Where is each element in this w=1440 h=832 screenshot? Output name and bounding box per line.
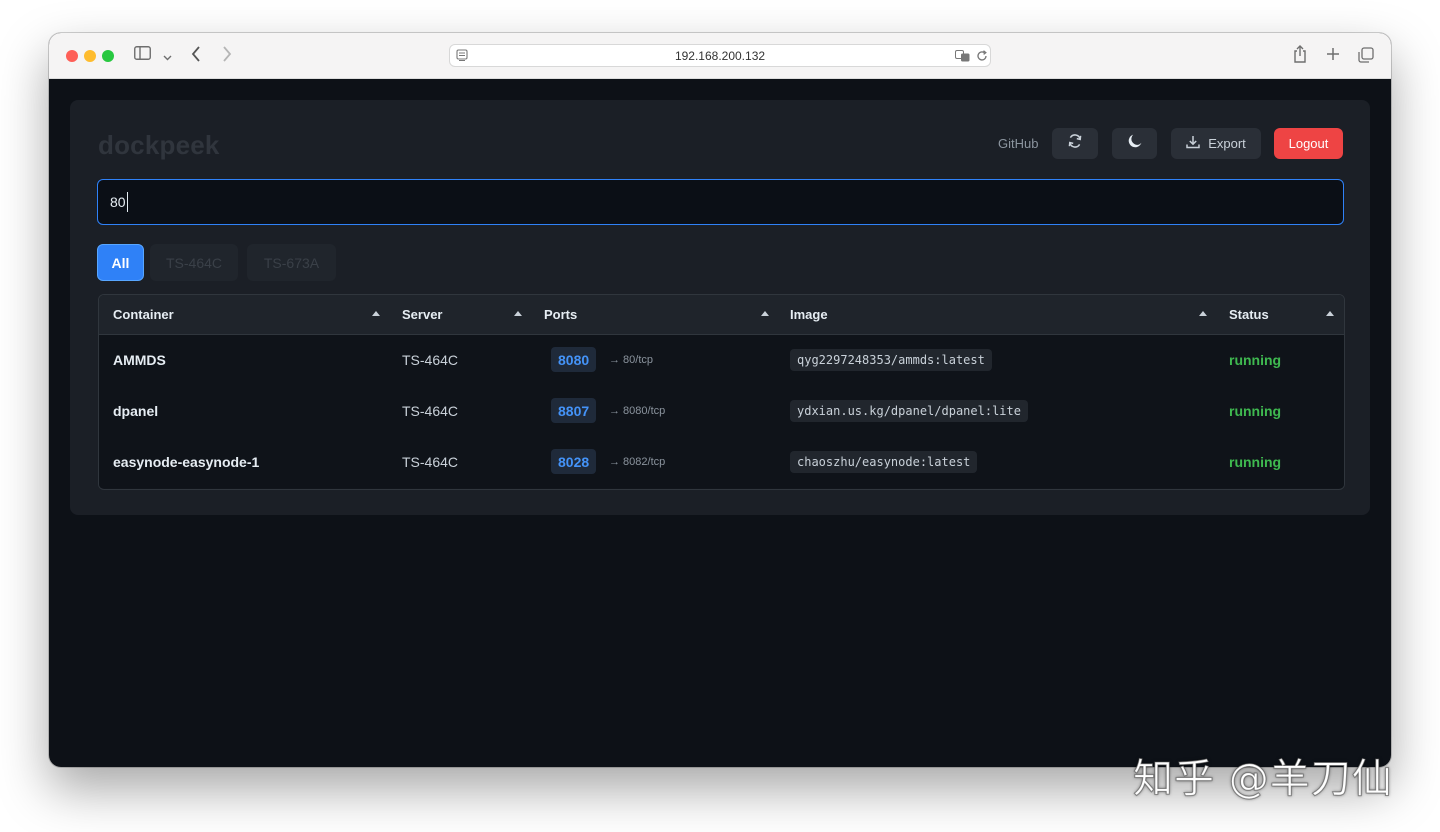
new-tab-icon[interactable] bbox=[1326, 47, 1340, 66]
sort-asc-icon[interactable] bbox=[514, 311, 522, 316]
github-link[interactable]: GitHub bbox=[998, 136, 1038, 151]
close-window-button[interactable] bbox=[66, 50, 78, 62]
text-caret bbox=[127, 192, 128, 212]
status-badge: running bbox=[1229, 403, 1282, 419]
port-link[interactable]: 8080 bbox=[551, 347, 597, 372]
zoom-window-button[interactable] bbox=[102, 50, 114, 62]
reload-icon[interactable] bbox=[976, 49, 988, 67]
search-input[interactable]: 80 bbox=[97, 179, 1344, 225]
url-text: 192.168.200.132 bbox=[674, 49, 766, 63]
chevron-down-icon[interactable] bbox=[163, 49, 172, 67]
port-mapping: → 8080/tcp bbox=[609, 405, 666, 417]
container-name: AMMDS bbox=[113, 352, 166, 368]
sort-asc-icon[interactable] bbox=[1199, 311, 1207, 316]
theme-toggle-button[interactable] bbox=[1112, 128, 1157, 159]
sidebar-toggle-icon[interactable] bbox=[134, 46, 151, 65]
status-badge: running bbox=[1229, 352, 1282, 368]
tab-overview-icon[interactable] bbox=[1358, 47, 1374, 68]
image-name: ydxian.us.kg/dpanel/dpanel:lite bbox=[790, 400, 1028, 422]
logout-button[interactable]: Logout bbox=[1274, 128, 1343, 159]
table-row: easynode-easynode-1 TS-464C 8028 → 8082/… bbox=[99, 437, 1344, 488]
column-header-server[interactable]: Server bbox=[402, 307, 442, 322]
share-icon[interactable] bbox=[1293, 45, 1307, 68]
port-mapping: → 8082/tcp bbox=[609, 456, 666, 468]
port-link[interactable]: 8807 bbox=[551, 398, 597, 423]
browser-window: 192.168.200.132 dockpeek GitHub Export L… bbox=[49, 33, 1391, 767]
tab-all[interactable]: All bbox=[97, 244, 144, 281]
server-name: TS-464C bbox=[402, 352, 459, 368]
container-name: easynode-easynode-1 bbox=[113, 454, 260, 470]
table-row: dpanel TS-464C 8807 → 8080/tcp ydxian.us… bbox=[99, 386, 1344, 438]
refresh-button[interactable] bbox=[1052, 128, 1098, 159]
image-name: qyg2297248353/ammds:latest bbox=[790, 349, 992, 371]
sort-asc-icon[interactable] bbox=[372, 311, 380, 316]
image-name: chaoszhu/easynode:latest bbox=[790, 451, 978, 473]
column-header-container[interactable]: Container bbox=[113, 307, 174, 322]
back-arrow-icon[interactable] bbox=[191, 46, 201, 67]
export-button[interactable]: Export bbox=[1171, 128, 1261, 159]
search-input-value: 80 bbox=[110, 194, 126, 210]
download-icon bbox=[1186, 135, 1200, 152]
containers-table: Container Server Ports Image Status AMMD… bbox=[98, 294, 1345, 490]
minimize-window-button[interactable] bbox=[84, 50, 96, 62]
port-mapping: → 80/tcp bbox=[609, 354, 654, 366]
translate-icon[interactable] bbox=[955, 49, 970, 67]
sort-asc-icon[interactable] bbox=[761, 311, 769, 316]
status-badge: running bbox=[1229, 454, 1282, 470]
table-row: AMMDS TS-464C 8080 → 80/tcp qyg229724835… bbox=[99, 335, 1344, 387]
table-header: Container Server Ports Image Status bbox=[99, 295, 1344, 335]
tab-ts-673a[interactable]: TS-673A bbox=[247, 244, 336, 281]
server-name: TS-464C bbox=[402, 403, 459, 419]
column-header-ports[interactable]: Ports bbox=[544, 307, 577, 322]
column-header-status[interactable]: Status bbox=[1229, 307, 1269, 322]
column-header-image[interactable]: Image bbox=[790, 307, 828, 322]
port-link[interactable]: 8028 bbox=[551, 449, 597, 474]
export-label: Export bbox=[1208, 136, 1246, 151]
dashboard-card: dockpeek GitHub Export Logout 80 All TS-… bbox=[70, 100, 1370, 515]
sort-asc-icon[interactable] bbox=[1326, 311, 1334, 316]
tab-ts-464c[interactable]: TS-464C bbox=[150, 244, 238, 281]
moon-icon bbox=[1127, 133, 1143, 154]
refresh-icon bbox=[1067, 133, 1083, 154]
container-name: dpanel bbox=[113, 403, 159, 419]
server-name: TS-464C bbox=[402, 454, 459, 470]
app-title: dockpeek bbox=[98, 130, 220, 160]
watermark: 知乎 @羊刀仙 bbox=[1133, 756, 1393, 803]
forward-arrow-icon[interactable] bbox=[222, 46, 232, 67]
address-bar[interactable]: 192.168.200.132 bbox=[449, 44, 991, 67]
browser-titlebar: 192.168.200.132 bbox=[49, 33, 1391, 79]
